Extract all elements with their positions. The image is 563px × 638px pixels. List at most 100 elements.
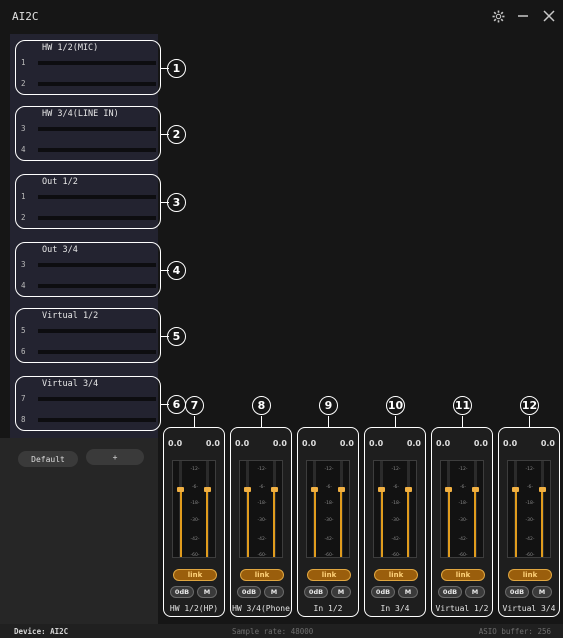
scale-tick-label: -30- [391,518,401,523]
callout-number: 1 [167,59,186,78]
channel-number: 5 [21,326,26,335]
status-sample-rate: Sample rate: 48000 [232,627,314,636]
fader-area: -12- -6- -18- -30- -42- -60- [172,460,216,558]
scale-tick-label: -6- [191,485,199,490]
channel-level-meter [38,82,156,86]
scale-tick-label: -30- [190,518,200,523]
right-level-value: 0.0 [406,439,421,448]
mute-button[interactable]: M [264,586,284,598]
scale-tick-label: -60- [391,553,401,558]
callout-number: 3 [167,193,186,212]
right-fader-fill [474,487,476,557]
link-button[interactable]: link [441,569,485,581]
channel-level-meter [38,216,156,220]
strip-name: Virtual 3/4 [502,604,556,613]
left-level-value: 0.0 [302,439,317,448]
channel-number: 8 [21,415,26,424]
left-level-value: 0.0 [168,439,183,448]
mute-button[interactable]: M [465,586,485,598]
zero-db-button[interactable]: 0dB [170,586,194,598]
channel-group-name: Virtual 1/2 [42,311,99,321]
zero-db-button[interactable]: 0dB [505,586,529,598]
scale-tick-label: -60- [257,553,267,558]
strip-name: In 1/2 [313,604,343,613]
left-level-value: 0.0 [235,439,250,448]
callout-number: 9 [319,396,338,415]
callout-line [261,416,263,428]
close-icon[interactable] [540,7,558,25]
minimize-icon[interactable] [514,7,532,25]
right-fader-fill [541,487,543,557]
link-button[interactable]: link [173,569,217,581]
right-fader-knob[interactable] [405,487,412,492]
scale-tick-label: -12- [257,467,267,472]
strip-name: Virtual 1/2 [435,604,489,613]
scale-tick-label: -30- [257,518,267,523]
default-preset-button[interactable]: Default [18,451,78,467]
right-fader-knob[interactable] [539,487,546,492]
level-readout: 0.0 0.0 [369,439,421,448]
add-preset-button[interactable]: + [86,449,144,465]
left-fader-knob[interactable] [177,487,184,492]
scale-tick-label: -42- [324,537,334,542]
right-level-value: 0.0 [540,439,555,448]
channel-level-meter [38,418,156,422]
scale-tick-label: -60- [458,553,468,558]
level-readout: 0.0 0.0 [168,439,220,448]
channel-level-meter [38,350,156,354]
callout-number: 10 [386,396,405,415]
strip-name: HW 1/2(HP) [169,604,219,613]
right-fader-knob[interactable] [338,487,345,492]
channel-group: Virtual 1/2 5 6 [15,308,161,363]
callout-number: 2 [167,125,186,144]
zero-db-button[interactable]: 0dB [237,586,261,598]
left-fader-knob[interactable] [311,487,318,492]
link-button[interactable]: link [240,569,284,581]
link-button[interactable]: link [307,569,351,581]
level-readout: 0.0 0.0 [302,439,354,448]
status-bar: Device: AI2C Sample rate: 48000 ASIO buf… [0,624,563,638]
mute-button[interactable]: M [331,586,351,598]
channel-group: Out 3/4 3 4 [15,242,161,297]
channel-group-name: Out 3/4 [42,245,78,255]
app-title: AI2C [12,10,39,23]
channel-group-name: Out 1/2 [42,177,78,187]
zero-db-button[interactable]: 0dB [304,586,328,598]
mixer-strip: 0.0 0.0 -12- -6- -18- -30- -42- -60- link 0dB… [431,427,493,617]
settings-gear-icon[interactable] [489,7,507,25]
strip-name: HW 3/4(Phone [232,604,290,613]
link-button[interactable]: link [374,569,418,581]
right-fader-knob[interactable] [472,487,479,492]
channel-group: HW 1/2(MIC) 1 2 [15,40,161,95]
left-fader-knob[interactable] [244,487,251,492]
fader-area: -12- -6- -18- -30- -42- -60- [306,460,350,558]
right-fader-knob[interactable] [271,487,278,492]
link-button[interactable]: link [508,569,552,581]
callout-number: 4 [167,261,186,280]
callout-line [462,416,464,428]
fader-area: -12- -6- -18- -30- -42- -60- [507,460,551,558]
right-fader-knob[interactable] [204,487,211,492]
channel-number: 3 [21,124,26,133]
scale-tick-label: -12- [324,467,334,472]
scale-tick-label: -30- [458,518,468,523]
left-level-value: 0.0 [369,439,384,448]
scale-tick-label: -42- [525,537,535,542]
channel-group: Out 1/2 1 2 [15,174,161,229]
mute-button[interactable]: M [532,586,552,598]
scale-tick-label: -12- [525,467,535,472]
left-fader-knob[interactable] [445,487,452,492]
left-fader-knob[interactable] [378,487,385,492]
scale-tick-label: -12- [190,467,200,472]
callout-line [328,416,330,428]
mute-button[interactable]: M [398,586,418,598]
zero-db-button[interactable]: 0dB [438,586,462,598]
left-fader-fill [448,487,450,557]
zero-db-button[interactable]: 0dB [371,586,395,598]
channel-level-meter [38,61,156,65]
left-fader-knob[interactable] [512,487,519,492]
scale-tick-label: -18- [525,501,535,506]
scale-tick-label: -6- [459,485,467,490]
mixer-strip: 0.0 0.0 -12- -6- -18- -30- -42- -60- link 0dB… [163,427,225,617]
mute-button[interactable]: M [197,586,217,598]
